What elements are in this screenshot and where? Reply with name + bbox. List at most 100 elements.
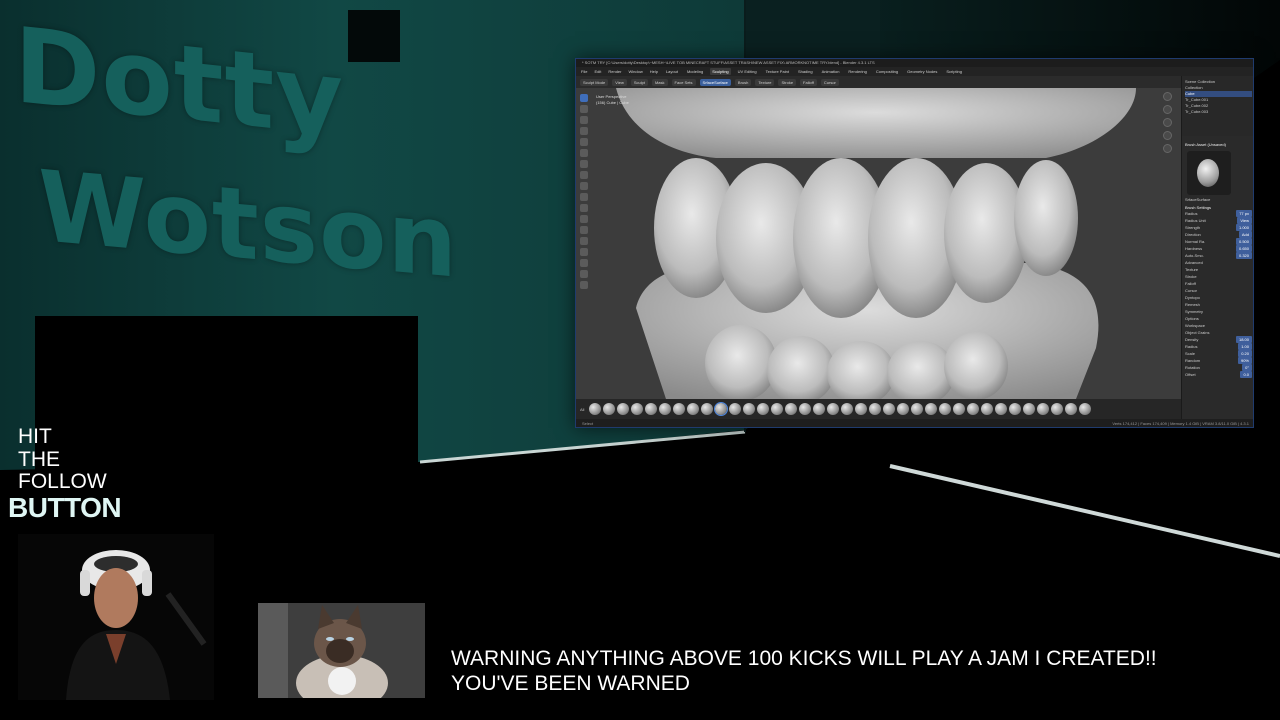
brush-asset-icon[interactable] (1009, 403, 1022, 415)
brush-asset-icon[interactable] (953, 403, 966, 415)
sculpt-tool-icon[interactable] (580, 193, 588, 201)
sculpt-tool-icon[interactable] (580, 171, 588, 179)
workspace-tab-geometry-nodes[interactable]: Geometry Nodes (905, 68, 939, 75)
collapsed-section-header[interactable]: Advanced (1185, 259, 1252, 266)
property-value-field[interactable]: 18.00 (1235, 336, 1252, 343)
property-value-field[interactable]: 0.320 (1235, 252, 1252, 259)
menu-file[interactable]: File (580, 69, 588, 74)
falloff-dropdown[interactable]: Falloff (800, 78, 817, 86)
brush-asset-icon[interactable] (1037, 403, 1050, 415)
sculpt-tool-icon[interactable] (580, 182, 588, 190)
brush-asset-icon[interactable] (785, 403, 798, 415)
zoom-icon[interactable] (1162, 105, 1172, 114)
collapsed-section-header[interactable]: Options (1185, 315, 1252, 322)
sculpt-tool-icon[interactable] (580, 237, 588, 245)
sculpt-tool-icon[interactable] (580, 160, 588, 168)
workspace-tab-layout[interactable]: Layout (664, 68, 680, 75)
brush-asset-icon[interactable] (841, 403, 854, 415)
brush-asset-icon[interactable] (939, 403, 952, 415)
brush-asset-icon[interactable] (673, 403, 686, 415)
collapsed-section-header[interactable]: Symmetry (1185, 308, 1252, 315)
collapsed-section-header[interactable]: Workspace (1185, 322, 1252, 329)
sculpt-tool-icon[interactable] (580, 215, 588, 223)
brush-asset-icon[interactable] (855, 403, 868, 415)
cursor-dropdown[interactable]: Cursor (820, 78, 839, 86)
navigate-gizmo-icon[interactable] (1162, 92, 1172, 101)
collapsed-section-header[interactable]: Remesh (1185, 301, 1252, 308)
texture-dropdown[interactable]: Texture (755, 78, 775, 86)
brush-asset-icon[interactable] (967, 403, 980, 415)
brush-asset-icon[interactable] (631, 403, 644, 415)
brush-asset-icon[interactable] (645, 403, 658, 415)
outliner-row[interactable]: Tr_Cube.003 (1185, 109, 1252, 115)
brush-asset-icon[interactable] (981, 403, 994, 415)
menu-sculpt[interactable]: Sculpt (630, 78, 648, 86)
brush-asset-icon[interactable] (603, 403, 616, 415)
sculpt-tool-icon[interactable] (580, 149, 588, 157)
brush-shelf-filter-label[interactable]: All (580, 407, 584, 412)
sculpt-tool-icon[interactable] (580, 105, 588, 113)
menu-help[interactable]: Help (649, 69, 659, 74)
menu-mask[interactable]: Mask (651, 78, 668, 86)
brush-asset-icon[interactable] (1079, 403, 1092, 415)
camera-icon[interactable] (1162, 131, 1172, 140)
property-value-field[interactable]: View (1237, 217, 1252, 224)
property-value-field[interactable]: 1.000 (1235, 224, 1252, 231)
property-value-field[interactable]: 0.500 (1235, 238, 1252, 245)
brush-preview-thumbnail[interactable] (1187, 151, 1231, 195)
brush-asset-icon[interactable] (687, 403, 700, 415)
menu-render[interactable]: Render (607, 69, 622, 74)
brush-asset-icon[interactable] (925, 403, 938, 415)
brush-asset-icon[interactable] (757, 403, 770, 415)
grid-icon[interactable] (1162, 144, 1172, 153)
workspace-tab-rendering[interactable]: Rendering (846, 68, 868, 75)
property-value-field[interactable]: 77 px (1236, 210, 1252, 217)
brush-asset-icon[interactable] (1065, 403, 1078, 415)
brush-asset-icon[interactable] (799, 403, 812, 415)
workspace-tab-sculpting[interactable]: Sculpting (710, 68, 731, 75)
property-value-field[interactable]: 1.00 (1238, 343, 1252, 350)
workspace-tab-scripting[interactable]: Scripting (944, 68, 964, 75)
brush-asset-icon[interactable] (827, 403, 840, 415)
active-brush-chip[interactable]: SrfaceSurface (699, 78, 731, 86)
sculpt-tool-icon[interactable] (580, 270, 588, 278)
brush-asset-icon[interactable] (617, 403, 630, 415)
sculpt-tool-icon[interactable] (580, 94, 588, 102)
brush-dropdown[interactable]: Brush (734, 78, 752, 86)
brush-asset-icon[interactable] (995, 403, 1008, 415)
brush-asset-icon[interactable] (1051, 403, 1064, 415)
sculpt-tool-icon[interactable] (580, 127, 588, 135)
sculpt-tool-icon[interactable] (580, 281, 588, 289)
collapsed-section-header[interactable]: Texture (1185, 266, 1252, 273)
collapsed-section-header[interactable]: Dyntopo (1185, 294, 1252, 301)
brush-asset-icon[interactable] (659, 403, 672, 415)
property-value-field[interactable]: 0.0 (1240, 371, 1252, 378)
brush-asset-icon[interactable] (897, 403, 910, 415)
workspace-tab-animation[interactable]: Animation (820, 68, 842, 75)
brush-asset-icon[interactable] (771, 403, 784, 415)
stroke-dropdown[interactable]: Stroke (778, 78, 797, 86)
sculpt-tool-icon[interactable] (580, 204, 588, 212)
property-value-field[interactable]: 0.20 (1238, 350, 1252, 357)
sculpt-tool-icon[interactable] (580, 138, 588, 146)
brush-asset-icon[interactable] (589, 403, 602, 415)
mode-selector[interactable]: Sculpt Mode (580, 78, 609, 86)
workspace-tab-uv-editing[interactable]: UV Editing (736, 68, 759, 75)
menu-view[interactable]: View (612, 78, 627, 86)
property-value-field[interactable]: 90% (1237, 357, 1252, 364)
brush-asset-icon[interactable] (869, 403, 882, 415)
sculpt-tool-icon[interactable] (580, 259, 588, 267)
brush-asset-icon[interactable] (883, 403, 896, 415)
collapsed-section-header[interactable]: Cursor (1185, 287, 1252, 294)
brush-asset-icon[interactable] (729, 403, 742, 415)
brush-asset-icon[interactable] (743, 403, 756, 415)
sculpt-tool-icon[interactable] (580, 116, 588, 124)
sculpt-tool-icon[interactable] (580, 248, 588, 256)
menu-face-sets[interactable]: Face Sets (671, 78, 696, 86)
brush-asset-icon[interactable] (1023, 403, 1036, 415)
menu-edit[interactable]: Edit (593, 69, 602, 74)
workspace-tab-compositing[interactable]: Compositing (874, 68, 900, 75)
collapsed-section-header[interactable]: Falloff (1185, 280, 1252, 287)
brush-asset-icon[interactable] (701, 403, 714, 415)
property-value-field[interactable]: Add (1238, 231, 1252, 238)
